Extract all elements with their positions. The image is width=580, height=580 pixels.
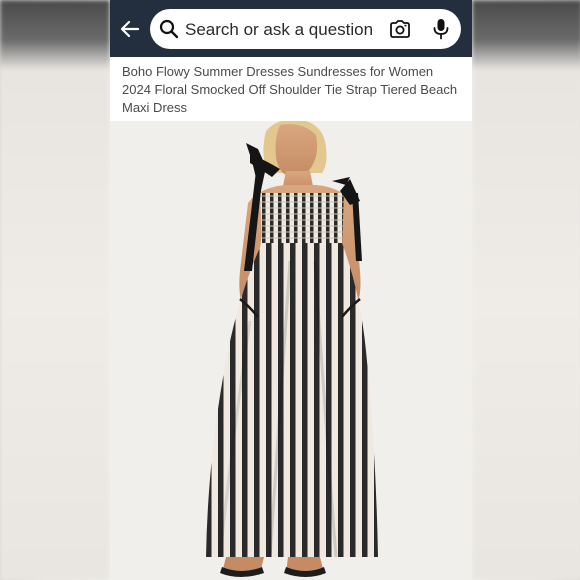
blurred-backdrop-right [472, 0, 580, 580]
product-title-section: Boho Flowy Summer Dresses Sundresses for… [110, 57, 472, 121]
camera-search-icon[interactable] [389, 19, 411, 39]
back-button[interactable] [118, 17, 142, 41]
blurred-backdrop-left [0, 0, 110, 580]
top-app-bar: Search or ask a question [110, 0, 472, 57]
search-icon [159, 19, 179, 39]
microphone-icon[interactable] [432, 18, 450, 40]
striped-maxi-dress-photo [206, 121, 378, 577]
product-image[interactable] [110, 121, 472, 580]
search-bar[interactable]: Search or ask a question [150, 9, 461, 49]
product-title[interactable]: Boho Flowy Summer Dresses Sundresses for… [122, 63, 464, 117]
arrow-left-icon [120, 20, 140, 38]
phone-screen: Search or ask a question Boho Flowy Summ… [110, 0, 472, 580]
search-input[interactable]: Search or ask a question [185, 20, 373, 40]
